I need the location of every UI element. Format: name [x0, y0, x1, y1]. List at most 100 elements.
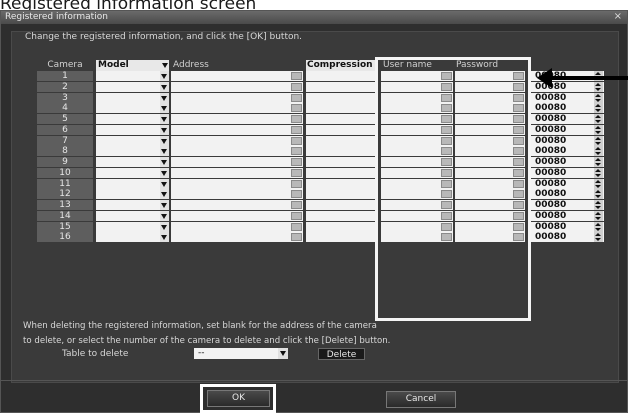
port-field[interactable]: 00080	[530, 211, 604, 221]
model-select[interactable]	[96, 93, 169, 103]
spinner-arrows-icon[interactable]	[594, 146, 603, 156]
header-model-select[interactable]: Model	[96, 60, 169, 71]
spinner-arrows-icon[interactable]	[594, 157, 603, 167]
keyboard-icon[interactable]	[291, 94, 302, 102]
model-select[interactable]	[96, 222, 169, 232]
model-select[interactable]	[96, 136, 169, 146]
compression-field[interactable]	[306, 211, 376, 221]
spinner-arrows-icon[interactable]	[594, 211, 603, 221]
compression-field[interactable]	[306, 125, 376, 135]
address-field[interactable]	[171, 125, 303, 135]
port-field[interactable]: 00080	[530, 136, 604, 146]
keyboard-icon[interactable]	[291, 180, 302, 188]
spinner-arrows-icon[interactable]	[594, 189, 603, 199]
address-field[interactable]	[171, 146, 303, 156]
port-field[interactable]: 00080	[530, 114, 604, 124]
port-field[interactable]: 00080	[530, 157, 604, 167]
cancel-button[interactable]: Cancel	[386, 391, 456, 408]
chevron-down-icon[interactable]	[160, 200, 169, 210]
chevron-down-icon[interactable]	[160, 136, 169, 146]
compression-field[interactable]	[306, 189, 376, 199]
chevron-down-icon[interactable]	[160, 103, 169, 113]
address-field[interactable]	[171, 157, 303, 167]
keyboard-icon[interactable]	[291, 126, 302, 134]
compression-field[interactable]	[306, 232, 376, 242]
keyboard-icon[interactable]	[291, 72, 302, 80]
compression-field[interactable]	[306, 200, 376, 210]
address-field[interactable]	[171, 71, 303, 81]
delete-button[interactable]: Delete	[318, 348, 365, 360]
port-field[interactable]: 00080	[530, 93, 604, 103]
chevron-down-icon[interactable]	[160, 93, 169, 103]
keyboard-icon[interactable]	[291, 233, 302, 241]
port-field[interactable]: 00080	[530, 146, 604, 156]
model-select[interactable]	[96, 103, 169, 113]
spinner-arrows-icon[interactable]	[594, 136, 603, 146]
port-field[interactable]: 00080	[530, 232, 604, 242]
chevron-down-icon[interactable]	[160, 222, 169, 232]
model-select[interactable]	[96, 179, 169, 189]
spinner-arrows-icon[interactable]	[594, 82, 603, 92]
port-field[interactable]: 00080	[530, 189, 604, 199]
keyboard-icon[interactable]	[291, 147, 302, 155]
address-field[interactable]	[171, 168, 303, 178]
spinner-arrows-icon[interactable]	[594, 114, 603, 124]
spinner-arrows-icon[interactable]	[594, 179, 603, 189]
model-select[interactable]	[96, 211, 169, 221]
address-field[interactable]	[171, 222, 303, 232]
keyboard-icon[interactable]	[291, 104, 302, 112]
compression-field[interactable]	[306, 71, 376, 81]
ok-button[interactable]: OK	[207, 390, 270, 407]
compression-field[interactable]	[306, 168, 376, 178]
address-field[interactable]	[171, 114, 303, 124]
compression-field[interactable]	[306, 146, 376, 156]
spinner-arrows-icon[interactable]	[594, 93, 603, 103]
model-select[interactable]	[96, 189, 169, 199]
address-field[interactable]	[171, 136, 303, 146]
chevron-down-icon[interactable]	[160, 146, 169, 156]
address-field[interactable]	[171, 211, 303, 221]
address-field[interactable]	[171, 189, 303, 199]
keyboard-icon[interactable]	[291, 212, 302, 220]
header-compression-select[interactable]: Compression	[306, 60, 376, 71]
port-field[interactable]: 00080	[530, 168, 604, 178]
chevron-down-icon[interactable]	[160, 71, 169, 81]
chevron-down-icon[interactable]	[278, 348, 288, 359]
model-select[interactable]	[96, 82, 169, 92]
compression-field[interactable]	[306, 157, 376, 167]
model-select[interactable]	[96, 71, 169, 81]
spinner-arrows-icon[interactable]	[594, 232, 603, 242]
keyboard-icon[interactable]	[291, 190, 302, 198]
spinner-arrows-icon[interactable]	[594, 200, 603, 210]
address-field[interactable]	[171, 82, 303, 92]
keyboard-icon[interactable]	[291, 169, 302, 177]
keyboard-icon[interactable]	[291, 137, 302, 145]
model-select[interactable]	[96, 157, 169, 167]
chevron-down-icon[interactable]	[160, 125, 169, 135]
compression-field[interactable]	[306, 136, 376, 146]
chevron-down-icon[interactable]	[160, 157, 169, 167]
model-select[interactable]	[96, 125, 169, 135]
model-select[interactable]	[96, 146, 169, 156]
address-field[interactable]	[171, 200, 303, 210]
chevron-down-icon[interactable]	[160, 179, 169, 189]
model-select[interactable]	[96, 200, 169, 210]
address-field[interactable]	[171, 232, 303, 242]
spinner-arrows-icon[interactable]	[594, 222, 603, 232]
spinner-arrows-icon[interactable]	[594, 103, 603, 113]
chevron-down-icon[interactable]	[160, 82, 169, 92]
spinner-arrows-icon[interactable]	[594, 168, 603, 178]
model-select[interactable]	[96, 114, 169, 124]
port-field[interactable]: 00080	[530, 222, 604, 232]
compression-field[interactable]	[306, 93, 376, 103]
address-field[interactable]	[171, 179, 303, 189]
compression-field[interactable]	[306, 103, 376, 113]
keyboard-icon[interactable]	[291, 115, 302, 123]
chevron-down-icon[interactable]	[160, 168, 169, 178]
close-icon[interactable]: ×	[614, 11, 622, 22]
keyboard-icon[interactable]	[291, 201, 302, 209]
compression-field[interactable]	[306, 114, 376, 124]
chevron-down-icon[interactable]	[160, 189, 169, 199]
spinner-arrows-icon[interactable]	[594, 125, 603, 135]
keyboard-icon[interactable]	[291, 158, 302, 166]
